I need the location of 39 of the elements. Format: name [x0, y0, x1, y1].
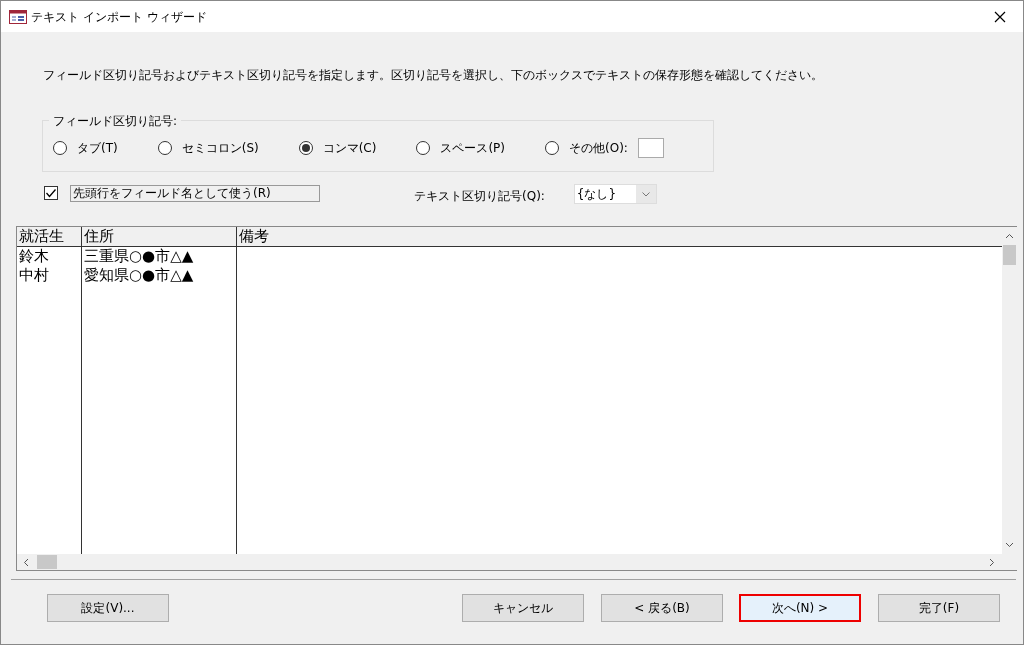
dialog-button[interactable]: 設定(V)... [47, 594, 169, 623]
column-header: 住所 [82, 227, 236, 248]
checkbox[interactable] [44, 186, 58, 201]
dialog-button[interactable]: キャンセル [462, 594, 584, 623]
chevron-up-icon[interactable] [1005, 233, 1014, 240]
chevron-left-icon[interactable] [23, 557, 29, 567]
option-label: コンマ(C) [322, 140, 377, 158]
scroll-thumb[interactable] [1003, 245, 1016, 266]
column-header: 就活生 [17, 227, 81, 248]
radio-button[interactable] [53, 141, 67, 156]
radio-button[interactable] [545, 141, 560, 156]
table-cell-text: 中村 [18, 266, 50, 286]
table-cell-text: 愛知県○●市△▲ [83, 266, 195, 286]
table-cell-text: 三重県○●市△▲ [83, 247, 195, 267]
dialog-button[interactable]: < 戻る(B) [601, 594, 723, 623]
horizontal-scrollbar[interactable] [17, 554, 1002, 571]
option-label: スペース(P) [440, 140, 506, 158]
scroll-thumb[interactable] [37, 555, 57, 570]
input-field[interactable] [637, 138, 664, 159]
close-icon [994, 10, 1006, 23]
option-label: セミコロン(S) [181, 140, 259, 158]
checkbox-label: 先頭行をフィールド名として使う(R) [70, 184, 320, 202]
caret-icon [635, 185, 656, 204]
dialog-button[interactable]: 次へ(N) > [739, 594, 861, 623]
radio-button[interactable] [298, 141, 313, 156]
radio-button[interactable] [416, 141, 431, 156]
table-cell-text: 鈴木 [18, 247, 50, 267]
window-title: テキスト インポート ウィザード [31, 8, 207, 26]
chevron-right-icon[interactable] [989, 557, 995, 567]
app-icon [9, 9, 27, 24]
option-label: その他(O): [569, 140, 628, 158]
column-header: 備考 [237, 227, 1002, 248]
chevron-down-icon[interactable] [1005, 542, 1014, 549]
radio-button[interactable] [157, 141, 172, 156]
instruction-text: フィールド区切り記号およびテキスト区切り記号を指定します。区切り記号を選択し、下のボックスでテキストの保存形態を確認してください。 [43, 67, 824, 84]
qualifier-dropdown[interactable]: {なし} [573, 184, 657, 205]
qualifier-label: テキスト区切り記号(Q): [414, 188, 545, 206]
dialog-button[interactable]: 完了(F) [878, 594, 1000, 623]
option-label: タブ(T) [77, 140, 118, 158]
